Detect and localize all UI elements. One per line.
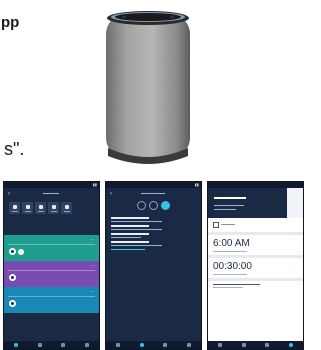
nav-home-icon[interactable]	[115, 343, 120, 347]
cropped-text-fragment: s".	[4, 139, 25, 159]
nav-home-icon[interactable]	[13, 343, 18, 347]
device-icon	[51, 204, 56, 209]
side-panel	[287, 188, 303, 218]
nav-play-icon[interactable]	[265, 343, 270, 347]
nav-devices-icon[interactable]	[187, 343, 192, 347]
list-item[interactable]	[111, 225, 196, 230]
title-bar-placeholder	[42, 193, 59, 194]
nav-play-icon[interactable]	[61, 343, 66, 347]
device-icon	[25, 204, 30, 209]
device-tile[interactable]	[9, 202, 20, 214]
list-item[interactable]	[111, 217, 196, 222]
more-icon	[64, 204, 69, 209]
status-icons: ▮▮	[92, 182, 97, 187]
title-bar-placeholder	[140, 193, 165, 194]
mode-icon-active[interactable]	[161, 201, 170, 210]
device-icon	[38, 204, 43, 209]
status-bar: ▮▮	[106, 182, 201, 188]
more-icon[interactable]: ⋯	[90, 263, 95, 269]
bottom-nav	[106, 341, 201, 349]
device-tile[interactable]	[61, 202, 72, 214]
more-icon[interactable]: ⋯	[90, 237, 95, 243]
cropped-heading-fragment: pp	[1, 14, 20, 31]
status-bar: ▮▮	[4, 182, 99, 188]
phone-screen-home: ▮▮ ‹ ⋯ ⋯ ⋯	[3, 181, 100, 350]
toggle-icon[interactable]	[9, 248, 16, 255]
list-item[interactable]	[111, 233, 196, 238]
group-card[interactable]: ⋯	[4, 235, 99, 261]
back-icon[interactable]: ‹	[110, 191, 112, 197]
nav-communicate-icon[interactable]	[37, 343, 42, 347]
device-tile[interactable]	[48, 202, 59, 214]
device-icon	[12, 204, 17, 209]
alarm-time: 6:00 AM	[213, 238, 250, 249]
checkbox[interactable]	[213, 222, 219, 228]
checkbox-row[interactable]	[213, 222, 298, 228]
mode-icon[interactable]	[149, 201, 158, 210]
nav-devices-icon[interactable]	[85, 343, 90, 347]
toggle-icon[interactable]	[9, 274, 16, 281]
back-icon[interactable]: ‹	[8, 191, 10, 197]
phone-screen-list: ▮▮ ‹	[105, 181, 202, 350]
timer-time: 00:30:00	[213, 261, 252, 272]
bottom-nav	[208, 341, 303, 349]
top-bar: ‹	[106, 188, 201, 199]
device-icon-row	[4, 199, 99, 217]
mode-icon-row	[106, 199, 201, 214]
list-link[interactable]	[111, 249, 196, 250]
phone-screen-things-to-try: 6:00 AM 00:30:00	[207, 181, 304, 350]
toggle-icon[interactable]	[9, 300, 16, 307]
list-item[interactable]	[111, 241, 196, 246]
bottom-nav	[4, 341, 99, 349]
group-card[interactable]: ⋯	[4, 287, 99, 313]
mode-icon[interactable]	[137, 201, 146, 210]
device-tile[interactable]	[35, 202, 46, 214]
more-icon[interactable]: ⋯	[90, 289, 95, 295]
status-icons: ▮▮	[194, 182, 199, 187]
nav-play-icon[interactable]	[163, 343, 168, 347]
nav-devices-icon[interactable]	[289, 343, 294, 347]
top-bar: ‹	[4, 188, 99, 199]
smart-speaker-image	[106, 11, 190, 164]
group-card[interactable]: ⋯	[4, 261, 99, 287]
header-title-placeholder	[214, 197, 246, 199]
nav-home-icon[interactable]	[217, 343, 222, 347]
device-tile[interactable]	[22, 202, 33, 214]
nav-communicate-icon[interactable]	[241, 343, 246, 347]
nav-communicate-icon[interactable]	[139, 343, 144, 347]
toggle-icon[interactable]	[18, 249, 24, 255]
